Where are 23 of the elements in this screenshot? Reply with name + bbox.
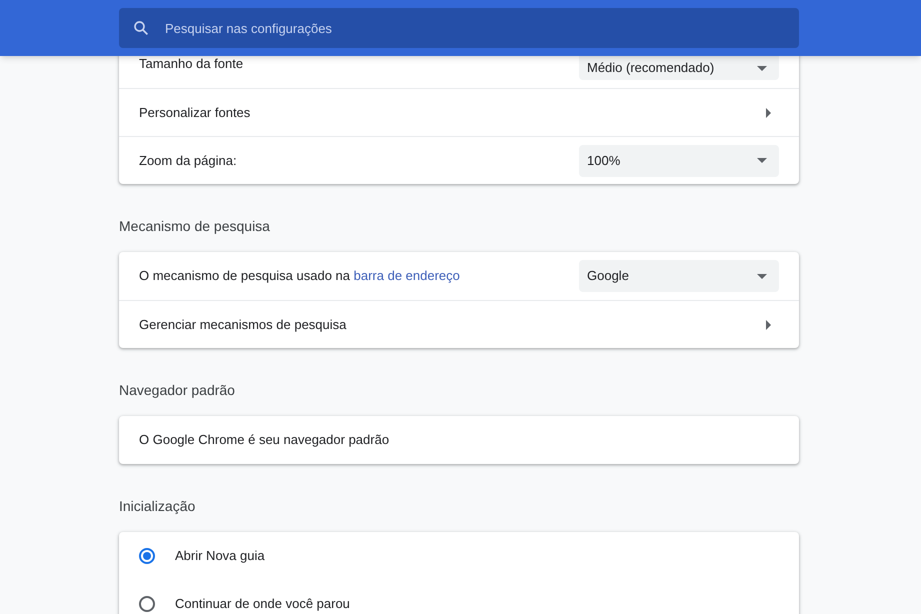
setting-label: Zoom da página: xyxy=(139,152,238,170)
section-title: Navegador padrão xyxy=(119,381,236,399)
section-title: Mecanismo de pesquisa xyxy=(119,217,271,235)
dropdown[interactable]: 100% xyxy=(579,144,779,176)
caret-icon xyxy=(757,158,767,163)
setting-label: Gerenciar mecanismos de pesquisa xyxy=(139,316,348,334)
caret-icon xyxy=(757,274,767,278)
arrow-right-icon[interactable] xyxy=(766,320,771,330)
setting-label: O mecanismo de pesquisa usado na barra de endereço xyxy=(139,267,461,286)
setting-label: Personalizar fontes xyxy=(139,104,252,122)
arrow-right-icon[interactable] xyxy=(766,108,771,118)
search-field[interactable]: Pesquisar nas configurações xyxy=(119,8,799,48)
dropdown[interactable]: Google xyxy=(579,260,779,292)
setting-label: O Google Chrome é seu navegador padrão xyxy=(139,431,390,450)
radio-button[interactable] xyxy=(139,548,155,564)
caret-icon xyxy=(757,66,767,70)
setting-label: Tamanho da fonte xyxy=(139,55,244,74)
address-bar-link[interactable]: barra de endereço xyxy=(354,268,460,284)
radio-label: Abrir Nova guia xyxy=(175,547,265,566)
dropdown[interactable]: Médio (recomendado) xyxy=(579,56,779,80)
section-title: Inicialização xyxy=(119,497,196,515)
radio-button[interactable] xyxy=(139,596,155,612)
radio-label: Continuar de onde você parou xyxy=(175,595,350,614)
